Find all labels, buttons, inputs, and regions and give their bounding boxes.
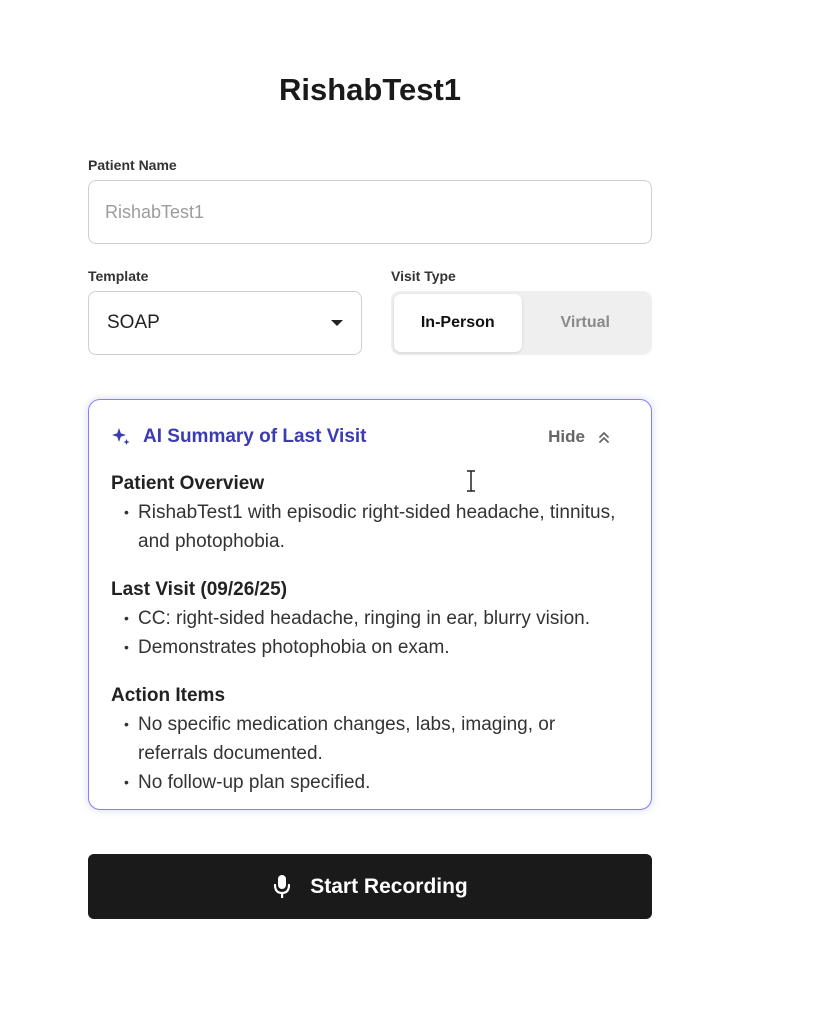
hide-summary-button[interactable]: Hide	[548, 427, 629, 447]
patient-name-label: Patient Name	[88, 157, 177, 173]
template-select[interactable]: SOAP	[88, 291, 362, 355]
ai-summary-title-group: AI Summary of Last Visit	[111, 426, 367, 448]
bullet-list: No specific medication changes, labs, im…	[111, 710, 629, 797]
section-title: Last Visit (09/26/25)	[111, 579, 288, 600]
bullet-list: RishabTest1 with episodic right-sided he…	[111, 498, 629, 556]
start-recording-label: Start Recording	[310, 874, 468, 898]
list-item: No specific medication changes, labs, im…	[111, 710, 629, 768]
template-selected-value: SOAP	[107, 312, 160, 333]
microphone-icon	[274, 874, 291, 898]
hide-summary-label: Hide	[548, 427, 585, 446]
visit-type-toggle: In-Person Virtual	[391, 291, 652, 355]
list-item: Demonstrates photophobia on exam.	[111, 633, 629, 662]
summary-section-last-visit: Last Visit (09/26/25) CC: right-sided he…	[111, 576, 629, 662]
ai-summary-card: AI Summary of Last Visit Hide Patient Ov…	[88, 399, 652, 810]
chevrons-up-icon	[599, 432, 609, 443]
template-label: Template	[88, 268, 149, 284]
list-item: RishabTest1 with episodic right-sided he…	[111, 498, 629, 556]
visit-type-label: Visit Type	[391, 268, 456, 284]
visit-type-virtual[interactable]: Virtual	[522, 294, 650, 352]
start-recording-button[interactable]: Start Recording	[88, 854, 652, 919]
text-cursor-icon	[467, 470, 475, 492]
patient-name-input[interactable]	[88, 180, 652, 244]
list-item: No follow-up plan specified.	[111, 768, 629, 797]
section-title: Patient Overview	[111, 473, 265, 494]
ai-summary-header: AI Summary of Last Visit Hide	[111, 424, 629, 450]
list-item: CC: right-sided headache, ringing in ear…	[111, 604, 629, 633]
summary-section-patient-overview: Patient Overview RishabTest1 with episod…	[111, 470, 629, 556]
bullet-list: CC: right-sided headache, ringing in ear…	[111, 604, 629, 662]
caret-down-icon	[331, 320, 343, 326]
ai-summary-title: AI Summary of Last Visit	[143, 426, 367, 447]
visit-setup-page: RishabTest1 Patient Name Template SOAP V…	[0, 0, 817, 1018]
sparkle-icon	[112, 428, 130, 445]
section-title: Action Items	[111, 685, 226, 706]
summary-section-action-items: Action Items No specific medication chan…	[111, 682, 629, 797]
visit-type-in-person[interactable]: In-Person	[394, 294, 522, 352]
page-title: RishabTest1	[278, 72, 462, 107]
